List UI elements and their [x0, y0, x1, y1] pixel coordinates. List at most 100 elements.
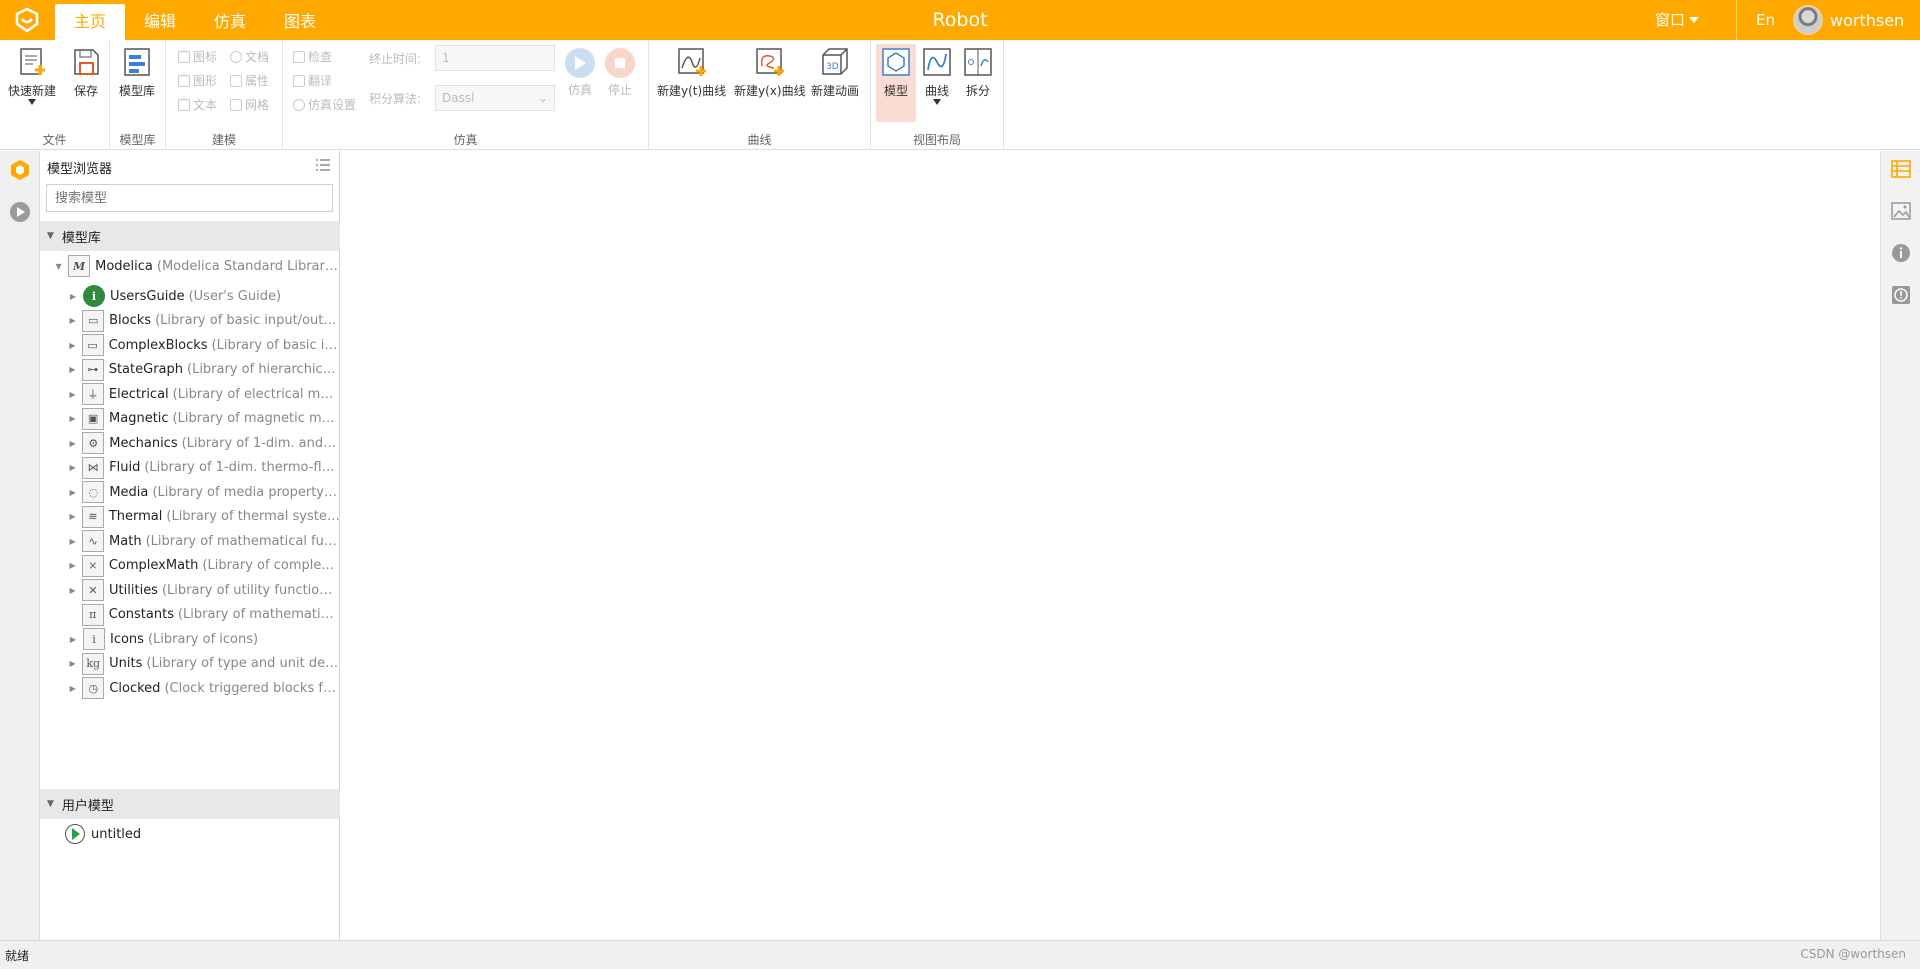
doc-view-button[interactable]: 文档	[230, 48, 269, 65]
tree-row-clocked[interactable]: ▶ ◷ Clocked (Clock triggered blocks for ...	[40, 673, 340, 703]
tree-item-name: Blocks	[109, 313, 152, 328]
model-library-button[interactable]: 模型库	[119, 46, 155, 99]
expand-icon[interactable]: ▶	[68, 684, 77, 693]
tree-item-name: Clocked	[109, 680, 161, 696]
collapse-icon: ▼	[47, 231, 54, 241]
tree-row-modelica[interactable]: ▼ M Modelica (Modelica Standard Library …	[40, 251, 340, 281]
check-button[interactable]: 检查	[293, 48, 332, 65]
text-view-label: 文本	[193, 98, 218, 112]
expand-icon[interactable]: ▶	[68, 341, 77, 350]
info-icon[interactable]	[1891, 243, 1911, 263]
units-icon: kg	[82, 652, 105, 675]
user-models-section-header[interactable]: ▼ 用户模型	[40, 789, 340, 819]
warning-icon[interactable]	[1891, 285, 1911, 305]
svg-text:3D: 3D	[826, 62, 839, 72]
simulate-button[interactable]: 仿真	[565, 48, 595, 98]
properties-list-icon[interactable]	[1891, 159, 1911, 179]
algorithm-select[interactable]: Dassl ⌄	[435, 85, 555, 111]
translate-button[interactable]: 翻译	[293, 72, 332, 89]
layout-model-label: 模型	[883, 84, 908, 98]
expand-icon[interactable]: ▶	[68, 537, 77, 546]
ribbon-group-simulation: 检查 翻译 仿真设置 终止时间: 1 积分算法: Dassl ⌄ 仿真 停止 仿真	[283, 40, 649, 150]
tree-item-name: Thermal	[108, 509, 163, 524]
new-yx-curve-button[interactable]: 新建y(x)曲线	[734, 46, 806, 99]
dropdown-arrow-icon	[933, 99, 941, 105]
save-button[interactable]: 保存	[70, 46, 102, 99]
model-browser-panel: 模型浏览器 ▼ 模型库 ▼ M Modelica (Modelica Stand…	[40, 151, 340, 940]
icon-view-icon	[178, 50, 190, 63]
library-section-header[interactable]: ▼ 模型库	[40, 221, 340, 251]
status-bar: 就绪 CSDN @worthsen	[0, 940, 1920, 969]
layout-split-label: 拆分	[965, 84, 990, 98]
expand-icon[interactable]: ▶	[68, 439, 77, 448]
tab-edit[interactable]: 编辑	[125, 4, 195, 40]
search-model-input[interactable]	[46, 184, 333, 212]
list-menu-icon[interactable]	[316, 158, 330, 172]
complex-math-icon: ×	[81, 554, 104, 577]
grid-button[interactable]: 网格	[230, 96, 269, 113]
new-animation-button[interactable]: 3D 新建动画	[811, 46, 859, 99]
layout-curve-button[interactable]: 曲线	[921, 46, 953, 105]
dropdown-arrow-icon	[28, 99, 36, 105]
check-icon	[293, 50, 305, 63]
modelica-icon: M	[68, 255, 91, 277]
quick-new-button[interactable]: 快速新建	[8, 46, 56, 105]
collapse-icon: ▼	[55, 261, 62, 271]
tree-item-desc: (Clock triggered blocks for ...	[164, 680, 340, 696]
clock-icon: ◷	[82, 677, 105, 699]
tree-item-name: Modelica	[95, 258, 153, 274]
curve-view-icon	[923, 48, 951, 76]
expand-icon[interactable]: ▶	[68, 488, 77, 497]
yt-curve-icon	[677, 48, 706, 76]
topbar-divider	[1736, 0, 1737, 40]
expand-icon[interactable]: ▶	[68, 512, 77, 521]
expand-icon[interactable]: ▶	[68, 659, 77, 668]
ribbon-group-label: 文件	[42, 133, 67, 147]
model-canvas[interactable]	[340, 151, 1880, 940]
diagram-view-button[interactable]: 图形	[178, 72, 217, 89]
user-menu[interactable]: worthsen	[1793, 4, 1904, 36]
stop-icon	[605, 48, 635, 78]
stop-time-input[interactable]: 1	[435, 45, 555, 71]
expand-icon[interactable]: ▶	[68, 463, 77, 472]
tree-item-name: Electrical	[108, 386, 169, 402]
expand-icon[interactable]: ▶	[68, 390, 77, 399]
new-yx-curve-label: 新建y(x)曲线	[734, 84, 806, 98]
model-browser-tab-icon[interactable]	[9, 159, 31, 181]
expand-icon[interactable]: ▶	[68, 414, 77, 423]
ribbon-group-layout: 模型 曲线 拆分 视图布局	[871, 40, 1004, 150]
image-icon[interactable]	[1891, 201, 1911, 221]
tree-item-desc: (Library of mathematical c...	[177, 607, 340, 622]
layout-model-button[interactable]: 模型	[876, 44, 916, 122]
stop-button[interactable]: 停止	[605, 48, 635, 98]
text-view-button[interactable]: 文本	[178, 96, 217, 113]
username: worthsen	[1830, 10, 1905, 30]
layout-split-button[interactable]: 拆分	[962, 46, 994, 99]
settings-icon	[293, 98, 305, 111]
expand-icon[interactable]: ▶	[68, 635, 78, 644]
expand-icon[interactable]: ▶	[68, 292, 78, 301]
attr-button[interactable]: 属性	[230, 72, 269, 89]
language-toggle[interactable]: En	[1756, 0, 1775, 40]
tab-home[interactable]: 主页	[55, 4, 126, 40]
expand-icon[interactable]: ▶	[68, 316, 77, 325]
tree-row-untitled[interactable]: untitled	[40, 819, 340, 849]
tree-item-desc: (Library of thermal system c...	[166, 509, 340, 524]
icon-view-label: 图标	[193, 50, 218, 64]
sim-settings-button[interactable]: 仿真设置	[293, 96, 356, 113]
expand-icon[interactable]: ▶	[68, 365, 77, 374]
expand-icon[interactable]: ▶	[68, 561, 77, 570]
tree-item-desc: (User's Guide)	[188, 288, 282, 304]
tab-charts[interactable]: 图表	[265, 4, 335, 40]
complex-blocks-icon: ▭	[81, 334, 104, 356]
expand-icon[interactable]: ▶	[68, 586, 77, 595]
simulation-tab-icon[interactable]	[9, 201, 31, 223]
tab-simulation[interactable]: 仿真	[195, 4, 265, 40]
window-menu[interactable]: 窗口	[1655, 0, 1700, 40]
icon-view-button[interactable]: 图标	[178, 48, 217, 65]
new-yt-curve-button[interactable]: 新建y(t)曲线	[657, 46, 726, 99]
check-label: 检查	[308, 50, 333, 64]
avatar	[1793, 5, 1823, 35]
app-logo-icon[interactable]	[10, 6, 44, 34]
tree-item-name: Fluid	[109, 460, 141, 475]
